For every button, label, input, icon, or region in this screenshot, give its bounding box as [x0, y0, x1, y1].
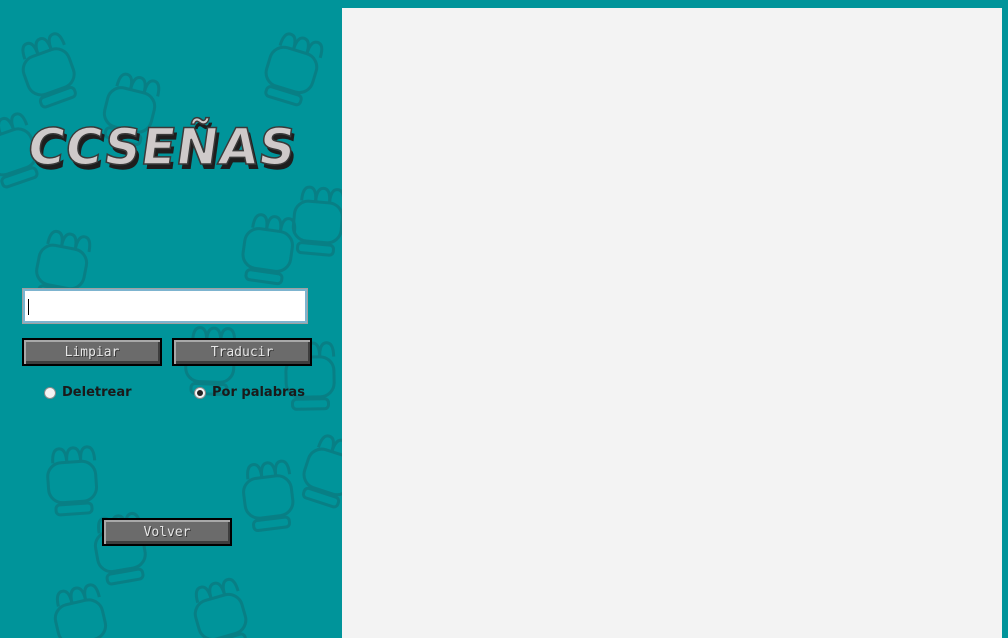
hand-sign-icon	[21, 32, 77, 109]
hand-sign-icon	[46, 445, 99, 517]
back-button[interactable]: Volver	[102, 518, 232, 546]
radio-spell-circle[interactable]	[44, 386, 56, 399]
text-caret	[28, 299, 29, 315]
hand-sign-icon	[264, 32, 324, 107]
radio-selected-dot	[197, 389, 203, 396]
hand-sign-icon	[291, 185, 342, 257]
app-logo: CCSEÑAS CCSEÑAS	[14, 112, 320, 180]
hand-sign-icon	[241, 213, 297, 286]
sign-display-area	[342, 8, 1002, 638]
back-button-label: Volver	[143, 524, 191, 540]
radio-words-option[interactable]: Por palabras	[194, 385, 305, 400]
radio-spell-label: Deletrear	[62, 385, 132, 400]
translate-button-label: Traducir	[210, 344, 274, 360]
radio-words-label: Por palabras	[212, 385, 305, 400]
radio-words-circle[interactable]	[194, 386, 206, 399]
translate-button[interactable]: Traducir	[172, 338, 312, 366]
hand-sign-icon	[242, 459, 295, 532]
logo-graphic: CCSEÑAS CCSEÑAS	[23, 116, 303, 180]
hand-sign-icon	[53, 583, 108, 638]
sidebar-panel: CCSEÑAS CCSEÑAS Limpiar Traducir Deletre…	[0, 0, 342, 638]
window-right-border	[1002, 0, 1008, 638]
hand-sign-icon	[193, 577, 248, 638]
hand-sign-icon	[301, 434, 342, 509]
translate-text-input[interactable]	[22, 288, 308, 324]
logo-text: CCSEÑAS	[24, 117, 300, 176]
clear-button-label: Limpiar	[64, 344, 120, 360]
clear-button[interactable]: Limpiar	[22, 338, 162, 366]
radio-spell-option[interactable]: Deletrear	[44, 385, 132, 400]
